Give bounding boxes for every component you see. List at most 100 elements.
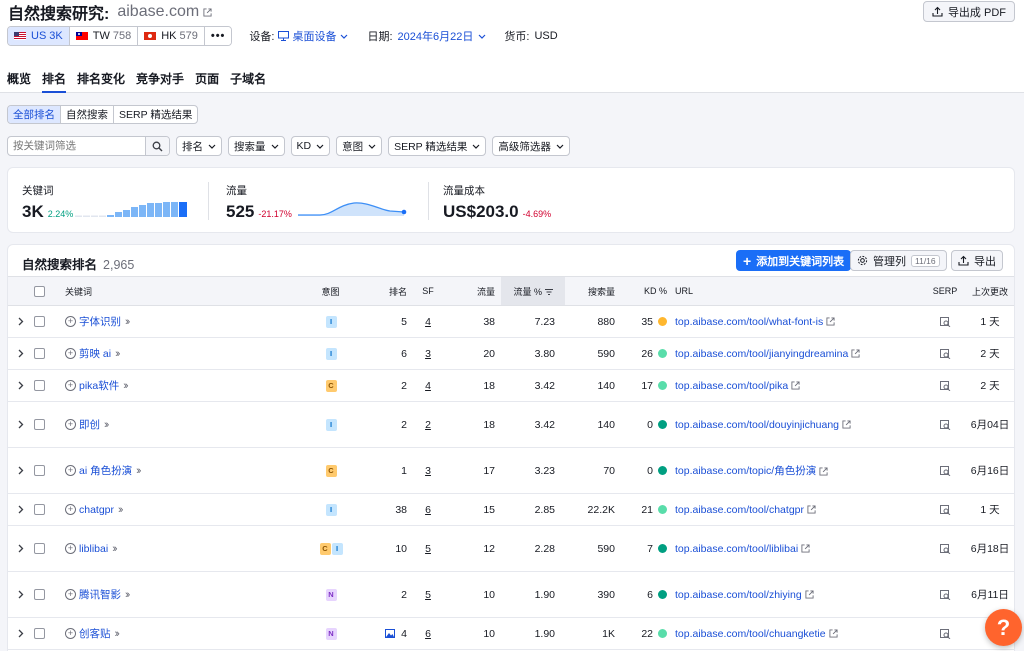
header-keyword[interactable]: 关键词 bbox=[54, 276, 297, 306]
expand-row-button[interactable] bbox=[8, 571, 34, 618]
add-keyword-icon[interactable]: + bbox=[65, 628, 76, 639]
more-databases-button[interactable]: ••• bbox=[204, 27, 232, 45]
header-volume[interactable]: 搜索量 bbox=[565, 276, 623, 306]
external-link-icon[interactable] bbox=[791, 381, 800, 390]
keyword-link[interactable]: pika软件 bbox=[79, 378, 119, 393]
sf-link[interactable]: 3 bbox=[425, 465, 431, 477]
serp-snapshot-icon[interactable] bbox=[939, 348, 951, 359]
serp-snapshot-icon[interactable] bbox=[939, 419, 951, 430]
double-chevron-icon[interactable]: ›› bbox=[136, 465, 142, 477]
header-traffic-pct[interactable]: 流量 % bbox=[501, 276, 565, 306]
serp-snapshot-icon[interactable] bbox=[939, 316, 951, 327]
double-chevron-icon[interactable]: ›› bbox=[125, 316, 131, 328]
external-link-icon[interactable] bbox=[828, 629, 838, 638]
add-keyword-icon[interactable]: + bbox=[65, 465, 76, 476]
header-updated[interactable]: 上次更改 bbox=[964, 276, 1014, 306]
row-checkbox[interactable] bbox=[34, 589, 45, 601]
tab-position-changes[interactable]: 排名变化 bbox=[77, 70, 125, 93]
double-chevron-icon[interactable]: ›› bbox=[115, 628, 121, 640]
keyword-link[interactable]: liblibai bbox=[79, 543, 108, 555]
url-link[interactable]: top.aibase.com/tool/chatgpr bbox=[675, 504, 804, 516]
intent-badge[interactable]: N bbox=[325, 589, 337, 601]
external-link-icon[interactable] bbox=[842, 420, 851, 429]
sf-link[interactable]: 6 bbox=[425, 504, 431, 516]
external-link-icon[interactable] bbox=[826, 317, 835, 326]
keyword-link[interactable]: 剪映 ai bbox=[79, 346, 111, 361]
double-chevron-icon[interactable]: ›› bbox=[112, 543, 118, 555]
keyword-link[interactable]: 腾讯智影 bbox=[79, 587, 121, 602]
url-link[interactable]: top.aibase.com/tool/what-font-is bbox=[675, 316, 823, 328]
serp-snapshot-icon[interactable] bbox=[939, 380, 951, 391]
intent-badge[interactable]: I bbox=[331, 543, 343, 555]
expand-row-button[interactable] bbox=[8, 493, 34, 526]
device-dropdown[interactable]: 桌面设备 bbox=[292, 28, 336, 44]
external-link-icon[interactable] bbox=[801, 544, 810, 553]
sf-link[interactable]: 3 bbox=[425, 348, 431, 360]
volume-filter-dropdown[interactable]: 搜索量 bbox=[228, 136, 285, 156]
sf-link[interactable]: 2 bbox=[425, 419, 431, 431]
serp-snapshot-icon[interactable] bbox=[939, 543, 951, 554]
serp-snapshot-icon[interactable] bbox=[939, 465, 951, 476]
expand-row-button[interactable] bbox=[8, 337, 34, 370]
segment-serp-features[interactable]: SERP 精选结果 bbox=[114, 106, 197, 123]
row-checkbox[interactable] bbox=[34, 348, 45, 360]
tab-overview[interactable]: 概览 bbox=[7, 70, 31, 93]
date-dropdown[interactable]: 2024年6月22日 bbox=[398, 28, 474, 44]
position-filter-dropdown[interactable]: 排名 bbox=[176, 136, 222, 156]
serp-snapshot-icon[interactable] bbox=[939, 589, 951, 600]
sf-link[interactable]: 5 bbox=[425, 589, 431, 601]
database-tw[interactable]: TW 758 bbox=[69, 27, 139, 45]
external-link-icon[interactable] bbox=[807, 505, 816, 514]
intent-badge[interactable]: I bbox=[325, 316, 337, 328]
double-chevron-icon[interactable]: ›› bbox=[123, 380, 129, 392]
expand-row-button[interactable] bbox=[8, 401, 34, 448]
keyword-link[interactable]: 即创 bbox=[79, 417, 100, 432]
tab-pages[interactable]: 页面 bbox=[195, 70, 219, 93]
header-sf[interactable]: SF bbox=[412, 276, 444, 306]
intent-filter-dropdown[interactable]: 意图 bbox=[336, 136, 383, 156]
export-pdf-button[interactable]: 导出成 PDF bbox=[922, 1, 1015, 22]
serp-snapshot-icon[interactable] bbox=[939, 504, 951, 515]
tab-subdomains[interactable]: 子域名 bbox=[230, 70, 266, 93]
expand-row-button[interactable] bbox=[8, 369, 34, 402]
row-checkbox[interactable] bbox=[34, 543, 45, 555]
add-keyword-icon[interactable]: + bbox=[65, 419, 76, 430]
row-checkbox[interactable] bbox=[34, 316, 45, 328]
header-kd[interactable]: KD % bbox=[623, 276, 673, 306]
sf-link[interactable]: 5 bbox=[425, 543, 431, 555]
double-chevron-icon[interactable]: ›› bbox=[118, 504, 124, 516]
search-button[interactable] bbox=[145, 137, 169, 155]
serp-features-filter-dropdown[interactable]: SERP 精选结果 bbox=[388, 136, 487, 156]
add-keyword-icon[interactable]: + bbox=[65, 589, 76, 600]
row-checkbox[interactable] bbox=[34, 465, 45, 477]
url-link[interactable]: top.aibase.com/tool/jianyingdreamina bbox=[675, 348, 848, 360]
double-chevron-icon[interactable]: ›› bbox=[115, 348, 121, 360]
sf-link[interactable]: 4 bbox=[425, 316, 431, 328]
external-link-icon[interactable] bbox=[805, 590, 814, 599]
add-to-keyword-list-button[interactable]: + 添加到关键词列表 bbox=[736, 250, 852, 271]
advanced-filters-dropdown[interactable]: 高级筛选器 bbox=[492, 136, 570, 156]
intent-badge[interactable]: C bbox=[325, 465, 337, 477]
url-link[interactable]: top.aibase.com/topic/角色扮演 bbox=[675, 465, 816, 477]
intent-badge[interactable]: C bbox=[319, 543, 331, 555]
keyword-filter-input[interactable] bbox=[8, 140, 145, 152]
external-link-icon[interactable] bbox=[851, 349, 860, 358]
keyword-link[interactable]: chatgpr bbox=[79, 504, 114, 516]
header-intent[interactable]: 意图 bbox=[297, 276, 364, 306]
add-keyword-icon[interactable]: + bbox=[65, 348, 76, 359]
header-position[interactable]: 排名 bbox=[364, 276, 412, 306]
header-traffic[interactable]: 流量 bbox=[444, 276, 501, 306]
expand-row-button[interactable] bbox=[8, 447, 34, 494]
intent-badge[interactable]: I bbox=[325, 504, 337, 516]
row-checkbox[interactable] bbox=[34, 504, 45, 516]
expand-row-button[interactable] bbox=[8, 305, 34, 338]
expand-row-button[interactable] bbox=[8, 525, 34, 572]
external-link-icon[interactable] bbox=[203, 7, 212, 17]
help-button[interactable]: ? bbox=[985, 609, 1022, 646]
keyword-link[interactable]: 创客贴 bbox=[79, 626, 111, 641]
sf-link[interactable]: 6 bbox=[425, 628, 431, 640]
add-keyword-icon[interactable]: + bbox=[65, 543, 76, 554]
keyword-link[interactable]: ai 角色扮演 bbox=[79, 463, 132, 478]
url-link[interactable]: top.aibase.com/tool/pika bbox=[675, 380, 788, 392]
traffic-trend-chart[interactable] bbox=[298, 196, 410, 218]
